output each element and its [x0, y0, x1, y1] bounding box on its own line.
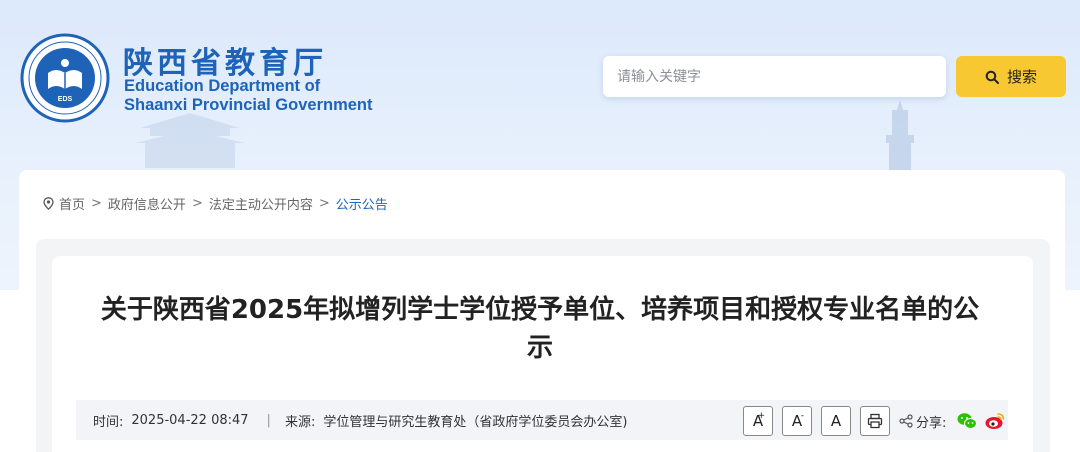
font-default-label: A — [830, 412, 842, 430]
font-default-button[interactable]: A — [821, 406, 851, 436]
site-title-cn: 陕西省教育厅 — [123, 46, 327, 81]
breadcrumb-statutory-content[interactable]: 法定主动公开内容 — [209, 194, 313, 213]
article-title: 关于陕西省2025年拟增列学士学位授予单位、培养项目和授权专业名单的公示 — [100, 295, 980, 363]
department-logo: EDS — [20, 33, 110, 123]
pagoda-silhouette — [135, 113, 245, 168]
font-decrease-sup: - — [800, 411, 804, 421]
meta-divider: | — [266, 412, 271, 428]
printer-icon — [867, 413, 883, 429]
logo-badge: EDS — [58, 96, 73, 103]
share-group: 分享: — [899, 410, 1012, 432]
breadcrumb-separator: > — [91, 195, 102, 211]
weibo-share-icon[interactable] — [984, 410, 1006, 432]
breadcrumb-home[interactable]: 首页 — [59, 194, 85, 213]
breadcrumb: 首页 > 政府信息公开 > 法定主动公开内容 > 公示公告 — [43, 194, 388, 213]
wechat-share-icon[interactable] — [956, 410, 978, 432]
site-title-en: Education Department of Shaanxi Provinci… — [124, 77, 373, 115]
site-title-en-line1: Education Department of — [124, 77, 321, 95]
share-icon — [899, 414, 913, 428]
share-label: 分享: — [916, 415, 947, 431]
source-label: 来源: — [284, 414, 316, 430]
site-title-en-line2: Shaanxi Provincial Government — [124, 96, 373, 114]
search-input[interactable] — [603, 56, 946, 97]
breadcrumb-gov-info[interactable]: 政府信息公开 — [108, 194, 186, 213]
location-pin-icon — [43, 196, 54, 210]
time-label: 时间: — [93, 414, 124, 430]
breadcrumb-separator: > — [318, 195, 330, 211]
font-decrease-button[interactable]: A- — [782, 406, 812, 436]
breadcrumb-separator: > — [191, 195, 203, 211]
search-button-label: 搜索 — [1006, 68, 1037, 86]
search-button[interactable]: 搜索 — [956, 56, 1066, 97]
time-value: 2025-04-22 08:47 — [131, 412, 249, 428]
print-button[interactable] — [860, 406, 890, 436]
article-tools: A + A- A 分享: — [743, 406, 1012, 436]
font-increase-sup: + — [757, 411, 765, 421]
font-increase-button[interactable]: A + — [743, 406, 773, 436]
source-value: 学位管理与研究生教育处（省政府学位委员会办公室) — [323, 414, 628, 430]
breadcrumb-current[interactable]: 公示公告 — [336, 194, 388, 213]
search-icon — [985, 70, 999, 84]
